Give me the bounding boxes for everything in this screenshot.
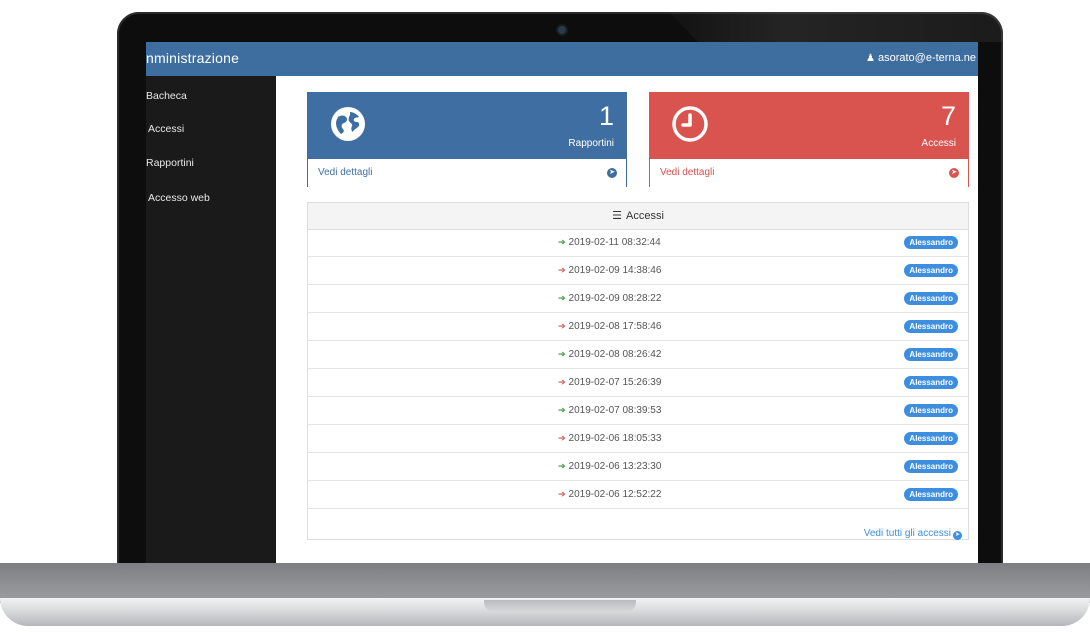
user-badge: Alessandro: [904, 488, 958, 501]
table-row[interactable]: ➔ 2019-02-06 12:52:22 Alessandro: [308, 481, 968, 509]
access-timestamp: 2019-02-09 08:28:22: [568, 293, 662, 304]
access-time: ➔ 2019-02-09 08:28:22: [558, 293, 661, 304]
app-title: nministrazione: [146, 50, 240, 66]
table-row[interactable]: ➔ 2019-02-06 18:05:33 Alessandro: [308, 425, 968, 453]
rapportini-details-link[interactable]: Vedi dettagli ➤: [308, 159, 626, 187]
rapportini-label: Rapportini: [568, 138, 614, 149]
access-time: ➔ 2019-02-11 08:32:44: [558, 237, 661, 248]
user-badge: Alessandro: [904, 460, 958, 473]
view-all-label: Vedi tutti gli accessi: [863, 528, 951, 539]
sign-in-icon: ➔: [558, 405, 566, 415]
table-row[interactable]: ➔ 2019-02-06 13:23:30 Alessandro: [308, 453, 968, 481]
access-time: ➔ 2019-02-06 13:23:30: [558, 461, 661, 472]
laptop-notch: [484, 600, 636, 612]
access-time: ➔ 2019-02-07 08:39:53: [558, 405, 661, 416]
access-timestamp: 2019-02-06 18:05:33: [568, 433, 662, 444]
sign-out-icon: ➔: [558, 433, 566, 443]
user-badge: Alessandro: [904, 348, 958, 361]
access-timestamp: 2019-02-08 08:26:42: [568, 349, 662, 360]
sign-out-icon: ➔: [558, 321, 566, 331]
access-time: ➔ 2019-02-09 14:38:46: [558, 265, 661, 276]
accessi-label: Accessi: [921, 138, 956, 149]
list-icon: ☰: [612, 210, 622, 222]
rapportini-card: 1 Rapportini Vedi dettagli ➤: [307, 92, 627, 187]
access-timestamp: 2019-02-07 15:26:39: [568, 377, 662, 388]
clock-icon: [672, 106, 708, 142]
sidebar: Bacheca Accessi Rapportini Accesso web: [146, 76, 276, 564]
accessi-count: 7: [940, 101, 956, 131]
rapportini-card-header: 1 Rapportini: [308, 93, 626, 159]
access-time: ➔ 2019-02-08 08:26:42: [558, 349, 661, 360]
sign-in-icon: ➔: [558, 293, 566, 303]
view-all-accessi-link[interactable]: Vedi tutti gli accessi ➤: [864, 528, 962, 540]
access-time: ➔ 2019-02-08 17:58:46: [558, 321, 661, 332]
main-content: 1 Rapportini Vedi dettagli ➤ 7 Accessi V…: [276, 76, 978, 564]
accessi-list-title: Accessi: [625, 210, 664, 222]
laptop-hinge: [0, 563, 1090, 603]
user-badge: Alessandro: [904, 292, 958, 305]
arrow-circle-right-icon: ➤: [953, 531, 962, 540]
access-timestamp: 2019-02-11 08:32:44: [568, 237, 661, 248]
globe-icon: [331, 107, 365, 141]
accessi-list-header: ☰ Accessi: [308, 203, 968, 230]
table-row[interactable]: ➔ 2019-02-09 08:28:22 Alessandro: [308, 285, 968, 313]
user-badge: Alessandro: [904, 404, 958, 417]
sign-in-icon: ➔: [558, 237, 566, 247]
screen: nministrazione ♟ asorato@e-terna.ne Bache…: [146, 42, 978, 564]
details-link-label: Vedi dettagli: [660, 167, 715, 178]
access-timestamp: 2019-02-09 14:38:46: [568, 265, 662, 276]
access-time: ➔ 2019-02-06 18:05:33: [558, 433, 661, 444]
accessi-details-link[interactable]: Vedi dettagli ➤: [650, 159, 968, 187]
details-link-label: Vedi dettagli: [318, 167, 373, 178]
table-row[interactable]: ➔ 2019-02-08 08:26:42 Alessandro: [308, 341, 968, 369]
webcam: [558, 26, 566, 34]
user-menu[interactable]: ♟ asorato@e-terna.ne: [866, 52, 976, 64]
table-row[interactable]: ➔ 2019-02-11 08:32:44 Alessandro: [308, 229, 968, 257]
arrow-circle-right-icon: ➤: [607, 168, 617, 178]
user-icon: ♟: [866, 53, 875, 64]
accessi-card: 7 Accessi Vedi dettagli ➤: [649, 92, 969, 187]
rapportini-count: 1: [598, 101, 614, 131]
table-row[interactable]: ➔ 2019-02-07 08:39:53 Alessandro: [308, 397, 968, 425]
screen-glare: [669, 12, 1003, 42]
user-badge: Alessandro: [904, 264, 958, 277]
sidebar-item-bacheca[interactable]: Bacheca: [146, 90, 187, 102]
table-row[interactable]: ➔ 2019-02-08 17:58:46 Alessandro: [308, 313, 968, 341]
accessi-card-header: 7 Accessi: [650, 93, 968, 159]
sign-out-icon: ➔: [558, 377, 566, 387]
access-time: ➔ 2019-02-07 15:26:39: [558, 377, 661, 388]
table-row[interactable]: ➔ 2019-02-07 15:26:39 Alessandro: [308, 369, 968, 397]
sidebar-item-accesso-web[interactable]: Accesso web: [148, 192, 210, 204]
user-badge: Alessandro: [904, 236, 958, 249]
sidebar-item-rapportini[interactable]: Rapportini: [146, 157, 194, 169]
sign-in-icon: ➔: [558, 349, 566, 359]
user-badge: Alessandro: [904, 320, 958, 333]
sign-in-icon: ➔: [558, 461, 566, 471]
sign-out-icon: ➔: [558, 265, 566, 275]
access-timestamp: 2019-02-08 17:58:46: [568, 321, 662, 332]
sign-out-icon: ➔: [558, 489, 566, 499]
user-badge: Alessandro: [904, 376, 958, 389]
accessi-list-panel: ☰ Accessi ➔ 2019-02-11 08:32:44 Alessandro ➔…: [307, 202, 969, 540]
access-timestamp: 2019-02-07 08:39:53: [568, 405, 662, 416]
sidebar-item-accessi[interactable]: Accessi: [148, 123, 184, 135]
access-timestamp: 2019-02-06 12:52:22: [568, 489, 662, 500]
arrow-circle-right-icon: ➤: [949, 168, 959, 178]
access-timestamp: 2019-02-06 13:23:30: [568, 461, 662, 472]
user-badge: Alessandro: [904, 432, 958, 445]
topbar: nministrazione ♟ asorato@e-terna.ne: [146, 42, 978, 76]
access-time: ➔ 2019-02-06 12:52:22: [558, 489, 661, 500]
table-row[interactable]: ➔ 2019-02-09 14:38:46 Alessandro: [308, 257, 968, 285]
user-email: asorato@e-terna.ne: [877, 52, 976, 64]
